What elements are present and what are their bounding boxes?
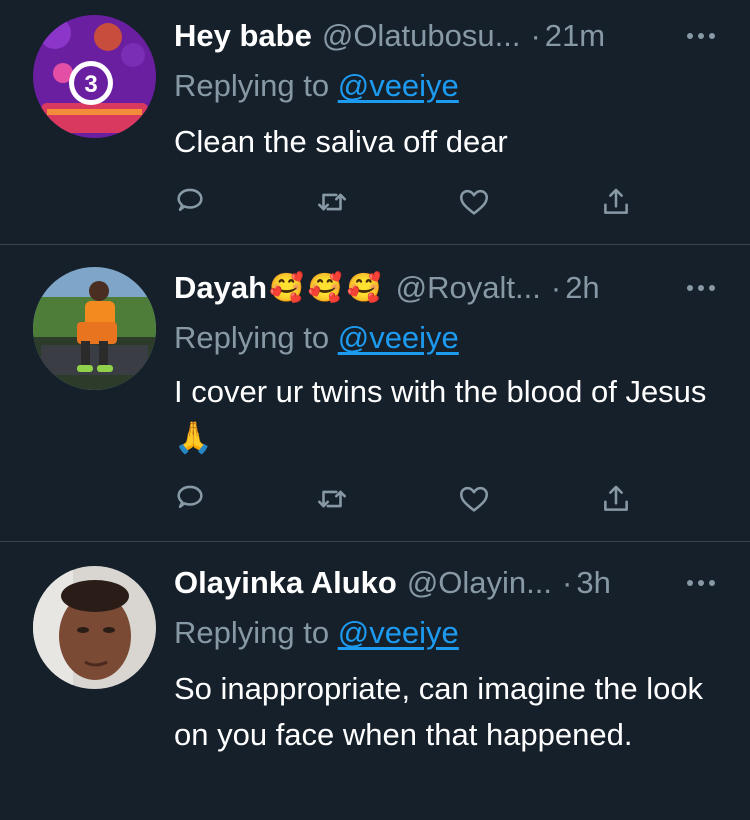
smiling-hearts-emoji: 🥰 <box>307 272 343 303</box>
tweet[interactable]: Dayah 🥰 🥰 🥰 @Royalt... · 2h Replying to … <box>0 245 750 541</box>
separator-dot: · <box>550 270 562 305</box>
separator-dot: · <box>562 565 573 600</box>
tweet-header: Hey babe @Olatubosu... · 21m <box>174 16 719 56</box>
more-dots-icon[interactable] <box>683 563 719 603</box>
mention-link[interactable]: @veeiye <box>338 615 459 650</box>
replying-to: Replying to @veeiye <box>174 613 459 653</box>
replying-to: Replying to @veeiye <box>174 318 459 358</box>
avatar-image: 3 <box>33 15 156 138</box>
tweet[interactable]: Olayinka Aluko @Olayin... · 3h Replying … <box>0 542 750 820</box>
share-icon[interactable] <box>596 479 636 519</box>
heart-icon[interactable] <box>454 182 494 222</box>
tweet-text: Clean the saliva off dear <box>174 124 508 159</box>
handle[interactable]: @Olatubosu... <box>322 16 521 56</box>
avatar[interactable]: 3 <box>33 15 156 138</box>
handle[interactable]: @Olayin... <box>407 563 552 603</box>
separator-dot: · <box>530 18 541 53</box>
smiling-hearts-emoji: 🥰 <box>346 272 382 303</box>
retweet-icon[interactable] <box>312 479 352 519</box>
action-bar <box>174 479 644 519</box>
avatar[interactable] <box>33 267 156 390</box>
display-name[interactable]: Dayah <box>174 268 267 308</box>
name-emojis: 🥰 🥰 🥰 <box>269 268 386 308</box>
more-dots-icon[interactable] <box>683 16 719 56</box>
replying-label: Replying to <box>174 68 330 103</box>
svg-text:3: 3 <box>84 71 97 98</box>
action-bar <box>174 182 644 222</box>
display-name[interactable]: Hey babe <box>174 16 312 56</box>
replying-label: Replying to <box>174 320 330 355</box>
tweet-text: I cover ur twins with the blood of Jesus… <box>174 374 707 455</box>
replying-label: Replying to <box>174 615 330 650</box>
avatar[interactable] <box>33 566 156 689</box>
reply-bubble-icon[interactable] <box>170 182 210 222</box>
smiling-hearts-emoji: 🥰 <box>269 272 304 303</box>
tweet-header: Dayah 🥰 🥰 🥰 @Royalt... · 2h <box>174 268 719 308</box>
tweet-header: Olayinka Aluko @Olayin... · 3h <box>174 563 719 603</box>
heart-icon[interactable] <box>454 479 494 519</box>
tweet[interactable]: 3 Hey babe @Olatubosu... · 21m Replying … <box>0 0 750 244</box>
timestamp[interactable]: 3h <box>576 563 610 603</box>
avatar-image <box>33 267 156 390</box>
timestamp[interactable]: 21m <box>545 16 605 56</box>
timestamp[interactable]: 2h <box>565 268 599 308</box>
mention-link[interactable]: @veeiye <box>338 320 459 355</box>
reply-bubble-icon[interactable] <box>170 479 210 519</box>
more-dots-icon[interactable] <box>683 268 719 308</box>
tweet-text: So inappropriate, can imagine the look o… <box>174 671 704 752</box>
share-icon[interactable] <box>596 182 636 222</box>
mention-link[interactable]: @veeiye <box>338 68 459 103</box>
retweet-icon[interactable] <box>312 182 352 222</box>
avatar-image <box>33 566 156 689</box>
replying-to: Replying to @veeiye <box>174 66 459 106</box>
display-name[interactable]: Olayinka Aluko <box>174 563 397 603</box>
handle[interactable]: @Royalt... <box>396 268 541 308</box>
